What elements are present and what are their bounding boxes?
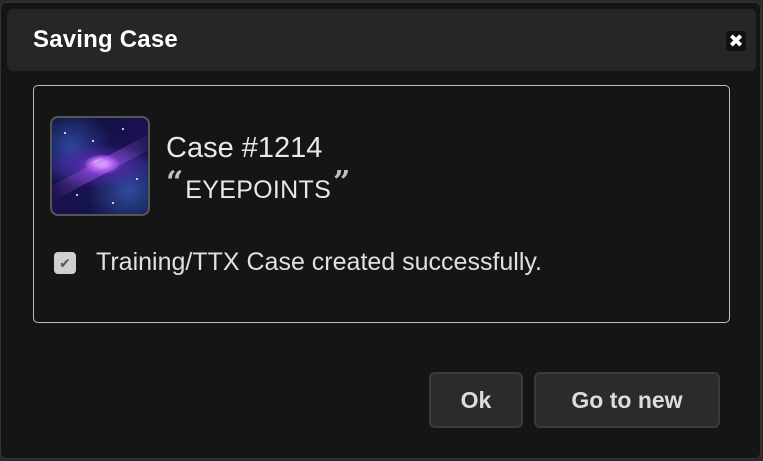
close-icon[interactable]: ✖ <box>726 31 746 51</box>
ok-button[interactable]: Ok <box>429 372 523 428</box>
star <box>64 132 66 134</box>
star <box>76 194 78 196</box>
go-to-new-button[interactable]: Go to new <box>534 372 720 428</box>
success-checkbox[interactable]: ✔ <box>54 252 76 274</box>
star <box>92 140 94 142</box>
close-quote-icon: ” <box>333 165 351 200</box>
galaxy-band <box>52 132 148 202</box>
dialog-titlebar: Saving Case ✖ <box>7 9 756 71</box>
open-quote-icon: “ <box>166 165 184 200</box>
case-thumbnail <box>50 116 150 216</box>
case-name: EYEPOINTS <box>185 176 332 204</box>
case-summary-panel: Case #1214 “EYEPOINTS” ✔ Training/TTX Ca… <box>33 85 730 323</box>
star <box>112 202 114 204</box>
case-name-line: “EYEPOINTS” <box>166 168 350 208</box>
star <box>136 178 138 180</box>
case-number: Case #1214 <box>166 132 323 164</box>
star <box>122 128 124 130</box>
status-message: Training/TTX Case created successfully. <box>96 248 542 276</box>
dialog-title: Saving Case <box>33 26 178 53</box>
saving-case-dialog: Saving Case ✖ Case #1214 “EYEPOINTS” ✔ T… <box>0 2 761 459</box>
